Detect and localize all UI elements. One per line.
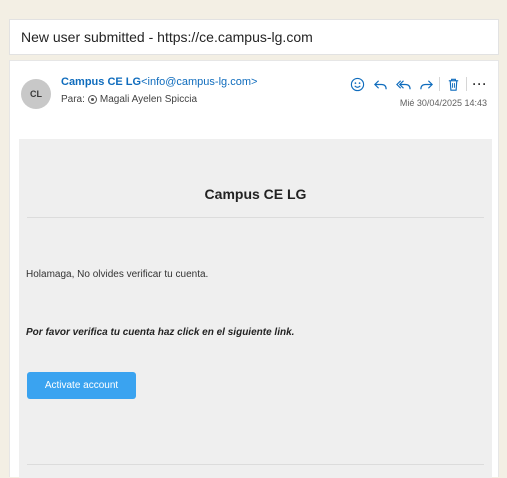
action-divider [466,77,467,91]
divider [27,217,484,218]
sender-name: Campus CE LG [61,76,142,88]
person-icon [87,95,97,104]
action-divider [439,77,440,91]
activate-account-button[interactable]: Activate account [27,372,136,399]
reply-icon [373,79,387,89]
more-actions-button[interactable]: ··· [470,74,490,94]
brand-title: Campus CE LG [204,186,307,202]
sender-email: <info@campus-lg.com> [141,76,258,88]
reply-all-button[interactable] [393,74,413,94]
sender-line[interactable]: Campus CE LG<info@campus-lg.com> [61,76,257,88]
to-label: Para: [61,94,85,105]
subject-text: New user submitted - https://ce.campus-l… [21,29,313,45]
delete-icon [448,78,458,91]
avatar[interactable]: CL [21,79,51,109]
email-subject: New user submitted - https://ce.campus-l… [9,19,499,55]
delete-button[interactable] [443,74,463,94]
message-card: CL Campus CE LG<info@campus-lg.com> Para… [9,60,499,478]
recipient-line: Para: Magali Ayelen Spiccia [61,94,197,105]
email-body: Campus CE LG Holamaga, No olvides verifi… [19,139,492,478]
reply-all-icon [395,79,411,89]
emoji-icon [350,77,364,91]
greeting-text: Holamaga, No olvides verificar tu cuenta… [26,269,209,280]
emoji-reaction-button[interactable] [347,74,367,94]
forward-icon [419,79,433,89]
forward-button[interactable] [416,74,436,94]
reply-button[interactable] [370,74,390,94]
avatar-initials: CL [30,89,42,99]
recipient-name[interactable]: Magali Ayelen Spiccia [100,94,197,105]
instruction-text: Por favor verifica tu cuenta haz click e… [26,327,295,338]
divider [27,464,484,465]
message-actions: ··· [344,74,490,94]
message-date: Mié 30/04/2025 14:43 [399,98,487,108]
more-icon: ··· [472,77,488,91]
